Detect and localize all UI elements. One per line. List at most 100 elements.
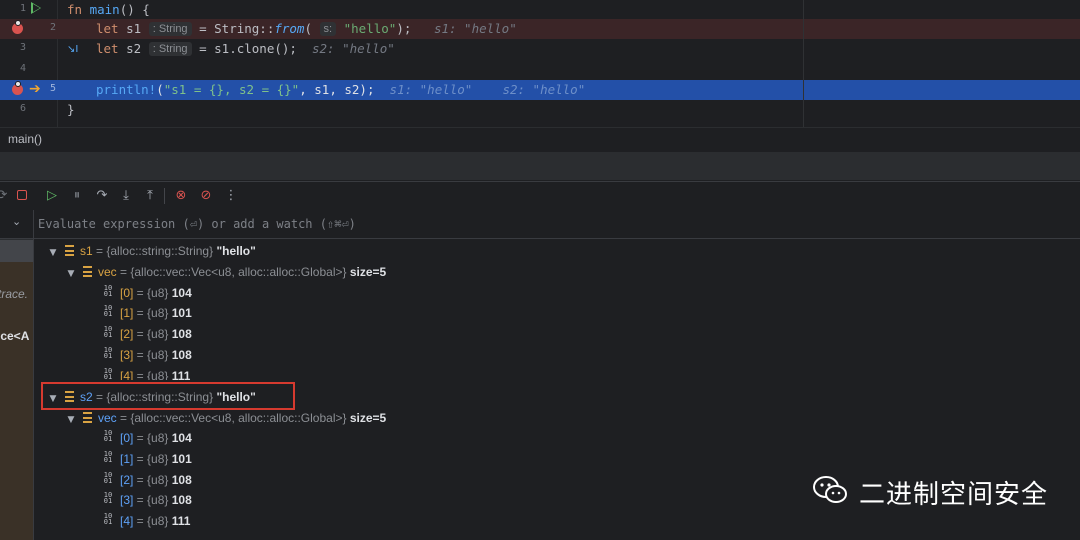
code-line-3[interactable]: 3 let s2 : String = s1.clone(); s2: "hel…: [0, 39, 1080, 59]
item-index: [4]: [120, 514, 134, 528]
item-type: {u8}: [147, 452, 172, 466]
line-number: 4: [19, 63, 26, 74]
item-index: [0]: [120, 286, 134, 300]
debugger-toolbar: ⟳ ▷ ⏸ ↷ ⤓ ⤒ ⊗ ⊘ ⋮: [0, 181, 1080, 210]
variable-row-item[interactable]: 10 01 [2] = {u8} 108: [102, 470, 192, 490]
numeric-icon: 10 01: [103, 325, 113, 339]
watermark-text: 二进制空间安全: [859, 480, 1049, 510]
function-call: from: [274, 21, 305, 36]
item-type: {u8}: [147, 473, 172, 487]
variable-row-item[interactable]: 10 01 [2] = {u8} 108: [102, 324, 192, 344]
breadcrumb[interactable]: main(): [0, 127, 1080, 152]
code-line-6[interactable]: 6 }: [0, 100, 1080, 120]
variable-row-s1[interactable]: ▼ s1 = {alloc::string::String} "hello": [47, 241, 256, 261]
item-index: [2]: [120, 473, 134, 487]
string-literal: "hello": [343, 21, 397, 36]
wechat-icon: [813, 476, 847, 503]
mute-breakpoints-icon[interactable]: ⊘: [197, 187, 215, 205]
variable-type: {alloc::vec::Vec<u8, alloc::alloc::Globa…: [130, 411, 350, 425]
item-value: 108: [171, 493, 192, 507]
code-line-2[interactable]: 2 let s1 : String = String::from( s: "he…: [0, 19, 1080, 39]
panel-divider: [0, 152, 1080, 180]
variable-row-s2-vec[interactable]: ▼ vec = {alloc::vec::Vec<u8, alloc::alloc…: [65, 408, 387, 430]
variable-row-item[interactable]: 10 01 [0] = {u8} 104: [102, 283, 192, 303]
item-type: {u8}: [147, 431, 172, 445]
variable-value: "hello": [216, 244, 256, 258]
code-text: }: [67, 102, 75, 117]
resume-icon[interactable]: ⟳: [0, 187, 11, 205]
breakpoint-icon[interactable]: [12, 81, 23, 95]
item-type: {u8}: [147, 493, 172, 507]
evaluate-expression-input[interactable]: [38, 214, 938, 234]
item-index: [2]: [120, 327, 134, 341]
code-punct: );: [396, 21, 412, 36]
numeric-icon: 10 01: [103, 471, 113, 485]
breadcrumb-item[interactable]: main(): [8, 132, 42, 146]
numeric-icon: 10 01: [103, 346, 113, 360]
code-line-4[interactable]: 4: [0, 60, 1080, 80]
line-number: 3: [19, 42, 26, 53]
numeric-icon: 10 01: [103, 450, 113, 464]
run-icon[interactable]: [31, 2, 41, 14]
resume-program-icon[interactable]: ▷: [43, 187, 61, 205]
inline-value: s1: "hello": [433, 21, 517, 36]
variable-row-s1-vec[interactable]: ▼ vec = {alloc::vec::Vec<u8, alloc::alloc…: [65, 262, 387, 284]
line-number: 5: [49, 83, 56, 94]
variable-type: {alloc::string::String}: [106, 244, 217, 258]
frames-panel[interactable]: ⌄ trace. ice<A: [0, 210, 34, 540]
code-text: fn main() {: [67, 2, 150, 17]
code-line-5-current[interactable]: ➔ 5 println!("s1 = {}, s2 = {}", s1, s2)…: [0, 80, 1080, 100]
code-punct: (: [156, 82, 164, 97]
frame-item[interactable]: ice<A: [0, 329, 29, 343]
param-hint: s:: [319, 22, 337, 36]
equals-sign: =: [116, 411, 131, 425]
pause-icon[interactable]: ⏸: [68, 187, 86, 205]
frame-selected[interactable]: [0, 240, 33, 262]
chevron-down-icon[interactable]: ▼: [47, 243, 59, 263]
item-value: 104: [171, 286, 192, 300]
item-index: [3]: [120, 348, 134, 362]
chevron-down-icon[interactable]: ▼: [65, 264, 77, 284]
step-out-icon[interactable]: ⤒: [141, 187, 159, 205]
annotation-highlight-box: [41, 382, 295, 410]
variable-row-item[interactable]: 10 01 [1] = {u8} 101: [102, 303, 192, 323]
step-into-marker-icon[interactable]: ↘I: [67, 44, 78, 55]
variable-row-item[interactable]: 10 01 [3] = {u8} 108: [102, 345, 192, 365]
chevron-down-icon[interactable]: ▼: [65, 410, 77, 430]
code-segment: = String::: [191, 21, 275, 36]
code-punct: (: [304, 21, 312, 36]
frames-list[interactable]: [0, 262, 33, 540]
step-over-icon[interactable]: ↷: [93, 187, 111, 205]
variable-row-item[interactable]: 10 01 [4] = {u8} 111: [102, 511, 191, 531]
evaluate-bar: [34, 210, 1080, 239]
variable-row-item[interactable]: 10 01 [1] = {u8} 101: [102, 449, 192, 469]
item-type: {u8}: [147, 286, 172, 300]
item-type: {u8}: [147, 306, 172, 320]
variable-row-item[interactable]: 10 01 [0] = {u8} 104: [102, 428, 192, 448]
frames-header[interactable]: ⌄: [0, 210, 33, 239]
breakpoint-icon[interactable]: [12, 20, 23, 34]
stop-icon[interactable]: [13, 187, 31, 205]
item-index: [4]: [120, 369, 134, 380]
item-index: [1]: [120, 452, 134, 466]
code-text: println!("s1 = {}, s2 = {}", s1, s2); s1…: [96, 82, 585, 97]
numeric-icon: 10 01: [103, 367, 113, 381]
variable-name: vec: [98, 265, 117, 279]
code-editor[interactable]: 1 fn main() { 2 let s1 : String = String…: [0, 0, 1080, 127]
numeric-icon: 10 01: [103, 512, 113, 526]
item-index: [1]: [120, 306, 134, 320]
code-line-1[interactable]: 1 fn main() {: [0, 0, 1080, 20]
object-icon: [65, 245, 74, 256]
more-icon[interactable]: ⋮: [222, 187, 240, 205]
variable-row-item[interactable]: 10 01 [3] = {u8} 108: [102, 490, 192, 510]
inline-value: s2: "hello": [502, 82, 586, 97]
variable-row-item[interactable]: 10 01 [4] = {u8} 111: [102, 366, 191, 381]
code-segment: = s1.clone();: [191, 41, 297, 56]
frame-item[interactable]: trace.: [0, 287, 28, 301]
chevron-down-icon[interactable]: ⌄: [12, 215, 21, 228]
step-into-icon[interactable]: ⤓: [117, 187, 135, 205]
equals-sign: =: [116, 265, 131, 279]
line-number: 1: [19, 3, 26, 14]
item-index: [0]: [120, 431, 134, 445]
view-breakpoints-icon[interactable]: ⊗: [172, 187, 190, 205]
